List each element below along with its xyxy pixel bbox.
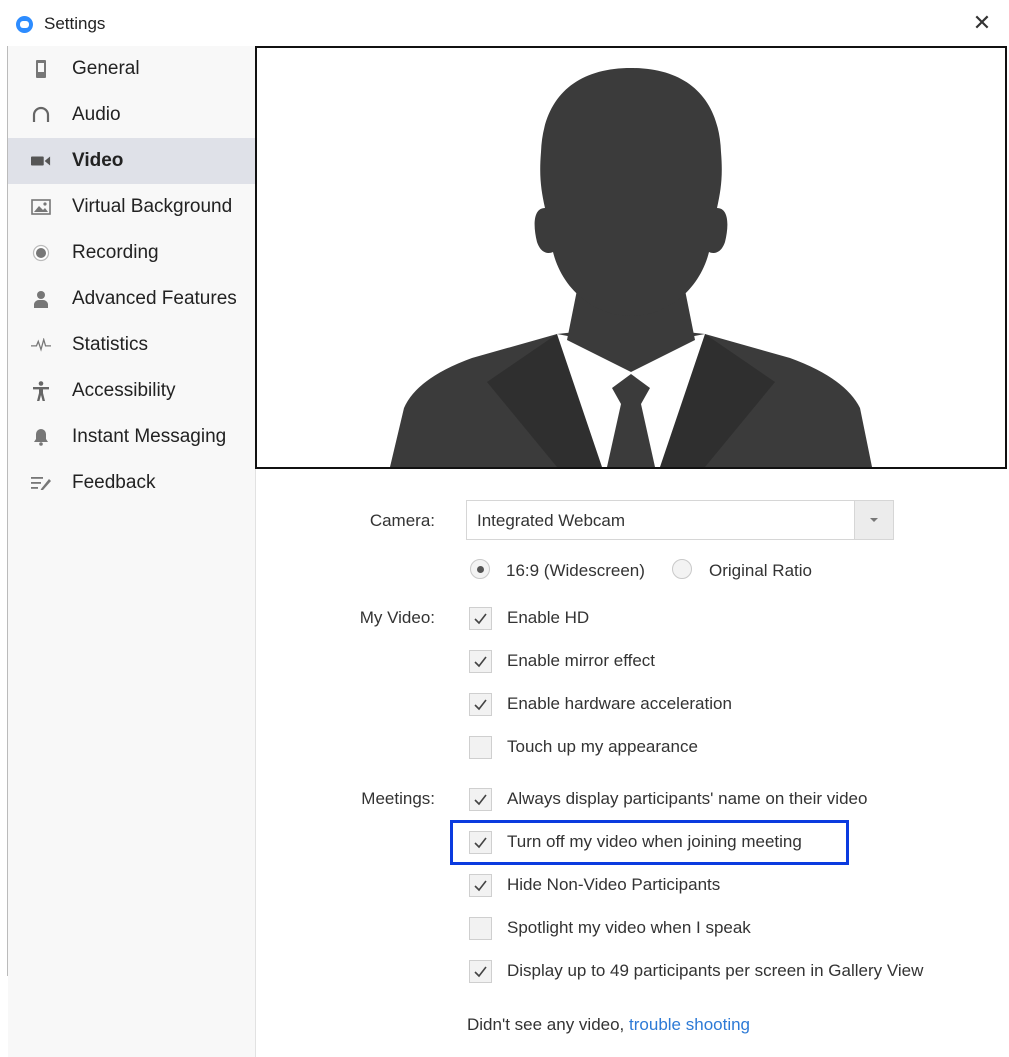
gallery-49-label: Display up to 49 participants per screen… (507, 961, 924, 980)
touch-up-label: Touch up my appearance (507, 737, 698, 756)
checkmark-icon (474, 794, 487, 806)
checkbox-touch-up[interactable] (469, 736, 492, 759)
trouble-shooting-link[interactable]: trouble shooting (629, 1015, 750, 1034)
checkmark-icon (474, 613, 487, 625)
meetings-label: Meetings: (361, 789, 435, 808)
checkmark-icon (474, 966, 487, 978)
checkmark-icon (474, 837, 487, 849)
radio-original-ratio-label: Original Ratio (709, 561, 812, 580)
sidebar-item-label: Accessibility (72, 380, 176, 401)
sidebar-item-accessibility[interactable]: Accessibility (8, 368, 255, 414)
radio-widescreen-label: 16:9 (Widescreen) (506, 561, 645, 580)
spotlight-label: Spotlight my video when I speak (507, 918, 751, 937)
image-icon (31, 197, 51, 217)
sidebar-item-general[interactable]: General (8, 46, 255, 92)
sidebar-item-label: Virtual Background (72, 196, 233, 217)
sidebar-item-virtual-background[interactable]: Virtual Background (8, 184, 255, 230)
sidebar-item-video[interactable]: Video (8, 138, 255, 184)
checkbox-display-names[interactable] (469, 788, 492, 811)
sidebar-item-label: General (72, 58, 140, 79)
title-bar: Settings ✕ (0, 0, 1009, 48)
checkmark-icon (474, 699, 487, 711)
sidebar-item-instant-messaging[interactable]: Instant Messaging (8, 414, 255, 460)
checkbox-gallery-49[interactable] (469, 960, 492, 983)
person-icon (31, 289, 51, 309)
sidebar: General Audio Video Virtual Background R… (8, 46, 255, 1057)
window-title: Settings (44, 14, 106, 33)
checkbox-turn-off-video[interactable] (469, 831, 492, 854)
sidebar-item-label: Audio (72, 104, 121, 125)
chevron-down-icon (870, 518, 878, 522)
close-button[interactable]: ✕ (969, 10, 995, 36)
bell-icon (31, 427, 51, 447)
sidebar-item-feedback[interactable]: Feedback (8, 460, 255, 506)
sidebar-item-label: Advanced Features (72, 288, 237, 309)
zoom-logo-icon (16, 16, 33, 33)
enable-hd-label: Enable HD (507, 608, 590, 627)
checkbox-enable-mirror[interactable] (469, 650, 492, 673)
checkmark-icon (474, 880, 487, 892)
headphones-icon (31, 105, 51, 125)
radio-widescreen[interactable] (470, 559, 490, 579)
phone-icon (31, 59, 51, 79)
video-camera-icon (31, 151, 51, 171)
sidebar-item-statistics[interactable]: Statistics (8, 322, 255, 368)
checkbox-hardware-acceleration[interactable] (469, 693, 492, 716)
checkmark-icon (474, 656, 487, 668)
hardware-acceleration-label: Enable hardware acceleration (507, 694, 732, 713)
my-video-label: My Video: (359, 608, 435, 627)
sidebar-item-audio[interactable]: Audio (8, 92, 255, 138)
pulse-icon (31, 335, 51, 355)
troubleshoot-note: Didn't see any video, trouble shooting (467, 1015, 750, 1035)
feedback-icon (31, 473, 51, 493)
sidebar-item-label: Instant Messaging (72, 426, 227, 447)
sidebar-item-advanced-features[interactable]: Advanced Features (8, 276, 255, 322)
checkbox-enable-hd[interactable] (469, 607, 492, 630)
video-preview (255, 46, 1007, 469)
divider (255, 469, 256, 1057)
dropdown-toggle[interactable] (854, 501, 893, 539)
checkbox-spotlight[interactable] (469, 917, 492, 940)
camera-select-value: Integrated Webcam (477, 511, 626, 530)
person-silhouette-icon (390, 68, 872, 467)
camera-select[interactable]: Integrated Webcam (466, 500, 894, 540)
record-icon (31, 243, 51, 263)
turn-off-video-label: Turn off my video when joining meeting (507, 832, 802, 851)
checkbox-hide-non-video[interactable] (469, 874, 492, 897)
sidebar-item-label: Feedback (72, 472, 156, 493)
display-names-label: Always display participants' name on the… (507, 789, 868, 808)
sidebar-item-recording[interactable]: Recording (8, 230, 255, 276)
camera-label: Camera: (369, 511, 435, 530)
radio-original-ratio[interactable] (672, 559, 692, 579)
accessibility-icon (31, 381, 51, 401)
sidebar-item-label: Video (72, 150, 124, 171)
enable-mirror-label: Enable mirror effect (507, 651, 656, 670)
sidebar-item-label: Statistics (72, 334, 149, 355)
troubleshoot-text: Didn't see any video, (467, 1015, 625, 1034)
hide-non-video-label: Hide Non-Video Participants (507, 875, 721, 894)
sidebar-item-label: Recording (72, 242, 159, 263)
